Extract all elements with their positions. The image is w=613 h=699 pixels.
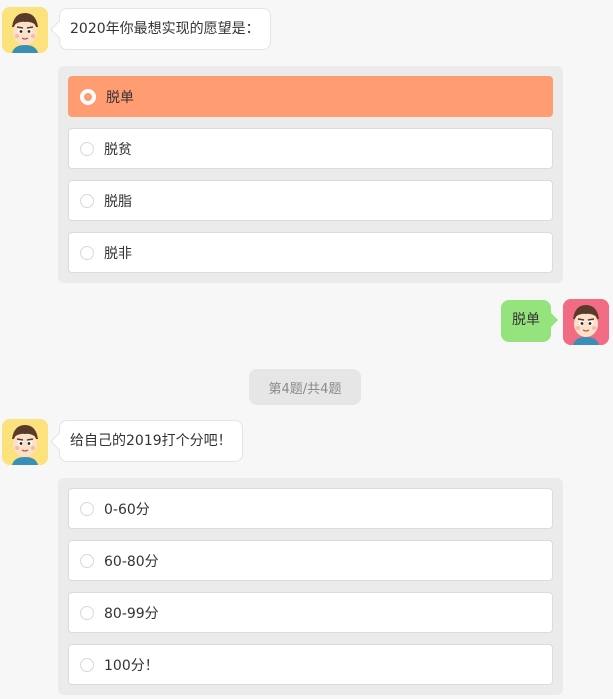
radio-circle-icon bbox=[80, 501, 94, 516]
radio-circle-icon bbox=[80, 657, 94, 672]
question2-prompt-bubble: 给自己的2019打个分吧！ bbox=[59, 420, 243, 462]
question2-options-panel: 0-60分 60-80分 80-99分 100分！ bbox=[58, 478, 563, 695]
option-label: 80-99分 bbox=[104, 605, 159, 622]
question1-options-panel: 脱单 脱贫 脱脂 脱非 bbox=[58, 66, 563, 283]
bot-avatar bbox=[2, 419, 48, 465]
question1-option-2[interactable]: 脱贫 bbox=[68, 128, 553, 169]
option-label: 脱脂 bbox=[104, 193, 132, 210]
option-label: 脱单 bbox=[106, 89, 134, 106]
user-reply-bubble: 脱单 bbox=[501, 300, 551, 342]
option-label: 脱贫 bbox=[104, 141, 132, 158]
bot-avatar bbox=[2, 7, 48, 53]
radio-circle-icon bbox=[80, 193, 94, 208]
question-progress-text: 第4题/共4题 bbox=[268, 381, 342, 397]
question1-prompt-text: 2020年你最想实现的愿望是： bbox=[70, 21, 260, 37]
option-label: 脱非 bbox=[104, 245, 132, 262]
radio-circle-icon bbox=[80, 553, 94, 568]
option-label: 60-80分 bbox=[104, 553, 159, 570]
radio-selected-icon bbox=[80, 88, 96, 105]
question2-option-4[interactable]: 100分！ bbox=[68, 644, 553, 685]
option-label: 100分！ bbox=[104, 657, 159, 674]
question2-option-1[interactable]: 0-60分 bbox=[68, 488, 553, 529]
question1-option-1[interactable]: 脱单 bbox=[68, 76, 553, 117]
radio-circle-icon bbox=[80, 245, 94, 260]
option-label: 0-60分 bbox=[104, 501, 150, 518]
question2-prompt-text: 给自己的2019打个分吧！ bbox=[70, 433, 232, 449]
user-reply-text: 脱单 bbox=[512, 312, 540, 328]
cartoon-boy-avatar-icon bbox=[563, 299, 609, 345]
question2-option-3[interactable]: 80-99分 bbox=[68, 592, 553, 633]
question1-prompt-bubble: 2020年你最想实现的愿望是： bbox=[59, 8, 271, 50]
question2-option-2[interactable]: 60-80分 bbox=[68, 540, 553, 581]
question1-option-4[interactable]: 脱非 bbox=[68, 232, 553, 273]
radio-circle-icon bbox=[80, 605, 94, 620]
radio-circle-icon bbox=[80, 141, 94, 156]
question-progress-badge: 第4题/共4题 bbox=[249, 369, 361, 405]
cartoon-boy-avatar-icon bbox=[2, 7, 48, 53]
cartoon-boy-avatar-icon bbox=[2, 419, 48, 465]
question1-option-3[interactable]: 脱脂 bbox=[68, 180, 553, 221]
user-avatar bbox=[563, 299, 609, 345]
